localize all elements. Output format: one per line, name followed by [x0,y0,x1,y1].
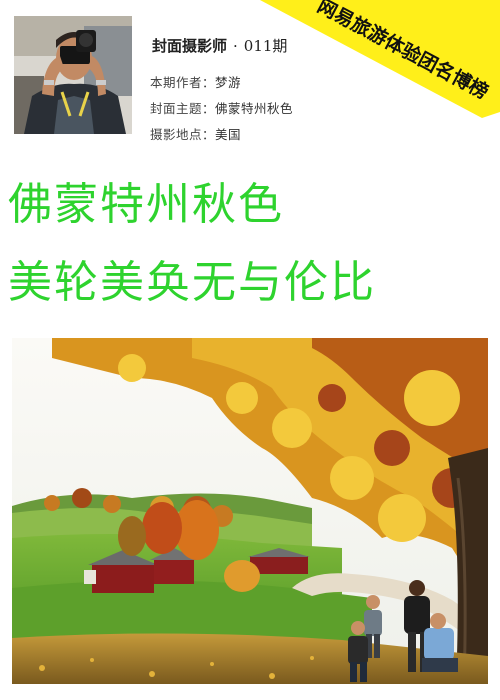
issue-title: 封面摄影师 · 011期 [152,35,287,56]
info-row-theme: 封面主题：佛蒙特州秋色 [150,98,293,117]
headline-line-1: 佛蒙特州秋色 [8,179,284,230]
info-value-location: 美国 [215,127,242,142]
column-title: 封面摄影师 [152,37,228,55]
issue-number: 011期 [243,37,288,55]
info-row-location: 摄影地点：美国 [150,124,241,143]
photographer-portrait [14,16,132,134]
headline-line-2: 美轮美奂无与伦比 [8,257,376,308]
info-label-author: 本期作者： [150,75,216,90]
info-row-author: 本期作者：梦游 [150,72,241,91]
autumn-landscape-photo [12,338,488,684]
info-value-theme: 佛蒙特州秋色 [215,101,294,116]
info-value-author: 梦游 [215,75,242,90]
title-separator: · [233,37,238,55]
info-label-theme: 封面主题： [150,101,216,116]
info-label-location: 摄影地点： [150,127,216,142]
